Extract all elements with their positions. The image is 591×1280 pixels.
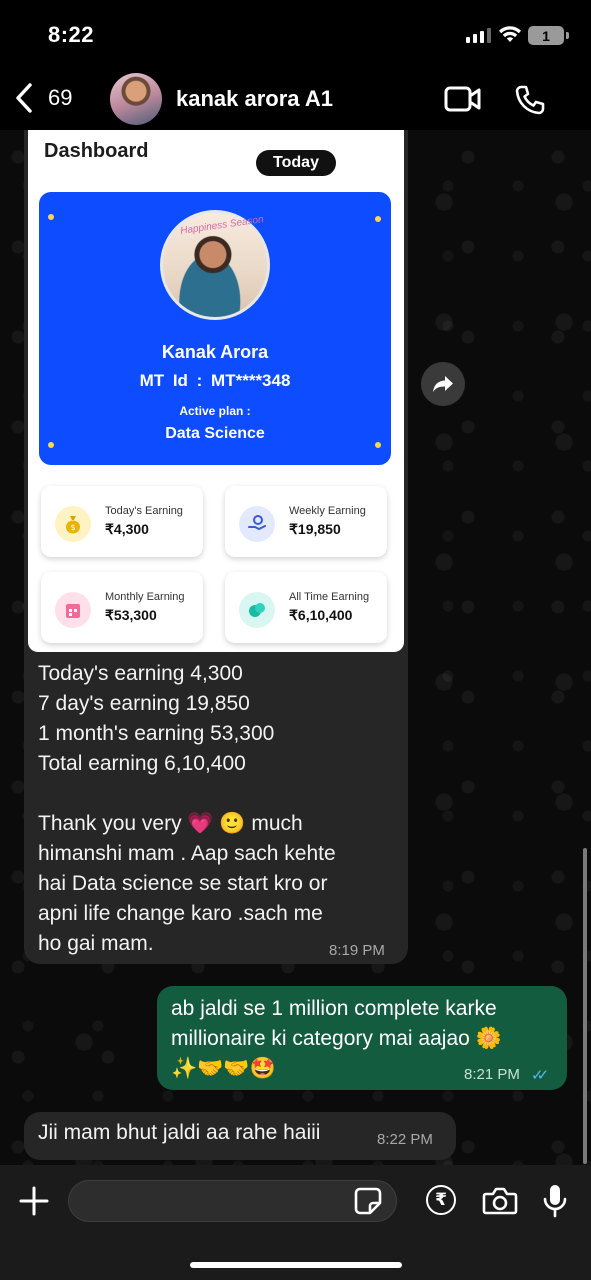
- message-text-line: Total earning 6,10,400: [38, 752, 246, 775]
- contact-name[interactable]: kanak arora A1: [176, 86, 333, 112]
- stat-label: Monthly Earning: [105, 591, 185, 603]
- message-timestamp: 8:22 PM: [377, 1131, 433, 1148]
- message-text-line: Thank you very 💗 🙂 much: [38, 812, 303, 835]
- decor-dot: [375, 216, 381, 222]
- read-receipt-icon: ✓✓: [531, 1067, 549, 1084]
- wifi-icon: [499, 26, 521, 42]
- coins-icon: [239, 592, 275, 628]
- profile-card: Happiness Season Kanak Arora MT Id : MT*…: [39, 192, 391, 465]
- message-text-line: Today's earning 4,300: [38, 662, 243, 685]
- chevron-left-icon: [16, 83, 32, 113]
- stat-value: ₹6,10,400: [289, 607, 353, 623]
- today-filter-pill: Today: [256, 150, 336, 176]
- forward-arrow-icon: [433, 376, 453, 392]
- home-indicator: [190, 1262, 402, 1268]
- stat-value: ₹4,300: [105, 521, 149, 537]
- calendar-icon: [55, 592, 91, 628]
- video-call-icon[interactable]: [444, 86, 482, 112]
- dashboard-screenshot-image[interactable]: Dashboard Today Happiness Season Kanak A…: [28, 130, 404, 652]
- scrollbar[interactable]: [583, 848, 587, 1164]
- message-text-line: ab jaldi se 1 million complete karke: [171, 997, 497, 1020]
- outgoing-message-bubble[interactable]: ab jaldi se 1 million complete karke mil…: [157, 986, 567, 1090]
- sticker-icon[interactable]: [354, 1187, 382, 1215]
- decor-dot: [48, 214, 54, 220]
- forward-button[interactable]: [421, 362, 465, 406]
- message-text-line: ho gai mam.: [38, 932, 154, 955]
- stat-value: ₹19,850: [289, 521, 341, 537]
- message-text-line: 1 month's earning 53,300: [38, 722, 275, 745]
- stat-card-alltime: All Time Earning ₹6,10,400: [225, 572, 387, 643]
- svg-text:$: $: [70, 523, 75, 532]
- battery-level: 1: [542, 27, 550, 44]
- camera-icon[interactable]: [482, 1187, 518, 1215]
- message-timestamp: 8:21 PM: [464, 1066, 520, 1083]
- message-timestamp: 8:19 PM: [329, 942, 385, 959]
- message-composer: ₹: [0, 1165, 591, 1280]
- active-plan-value: Data Science: [165, 425, 265, 442]
- stat-card-monthly: Monthly Earning ₹53,300: [41, 572, 203, 643]
- member-id: MT Id : MT****348: [139, 371, 291, 390]
- payment-rupee-icon[interactable]: ₹: [426, 1185, 456, 1215]
- message-text-line: hai Data science se start kro or: [38, 872, 328, 895]
- cellular-signal-icon: [466, 28, 491, 43]
- microphone-icon[interactable]: [542, 1183, 568, 1219]
- stat-card-weekly: Weekly Earning ₹19,850: [225, 486, 387, 557]
- stat-label: Today's Earning: [105, 505, 183, 517]
- back-button[interactable]: 69: [14, 82, 72, 114]
- dashboard-title: Dashboard: [44, 140, 149, 162]
- wallet-hand-icon: [239, 506, 275, 542]
- phone-call-icon[interactable]: [514, 84, 546, 116]
- battery-nub: [566, 32, 569, 39]
- battery-icon: 1: [528, 26, 564, 45]
- money-bag-icon: $: [55, 506, 91, 542]
- stat-label: Weekly Earning: [289, 505, 366, 517]
- profile-name: Kanak Arora: [161, 342, 269, 362]
- contact-avatar[interactable]: [110, 73, 162, 125]
- stat-value: ₹53,300: [105, 607, 157, 623]
- chat-header: 69 kanak arora A1: [0, 70, 591, 130]
- active-plan-label: Active plan :: [179, 404, 251, 418]
- status-bar: 8:22 1: [0, 0, 591, 70]
- stat-label: All Time Earning: [289, 591, 370, 603]
- message-text-line: himanshi mam . Aap sach kehte: [38, 842, 336, 865]
- message-text-line: millionaire ki category mai aajao 🌼: [171, 1027, 502, 1050]
- incoming-message-bubble[interactable]: Jii mam bhut jaldi aa rahe haiii 8:22 PM: [24, 1112, 456, 1160]
- status-time: 8:22: [48, 22, 95, 47]
- unread-count: 69: [48, 85, 73, 110]
- plus-icon[interactable]: [18, 1185, 50, 1217]
- message-text-line: 7 day's earning 19,850: [38, 692, 250, 715]
- message-input[interactable]: [68, 1180, 397, 1222]
- message-text-line: apni life change karo .sach me: [38, 902, 323, 925]
- stat-card-today: $ Today's Earning ₹4,300: [41, 486, 203, 557]
- incoming-message-text: Jii mam bhut jaldi aa rahe haiii: [38, 1121, 321, 1144]
